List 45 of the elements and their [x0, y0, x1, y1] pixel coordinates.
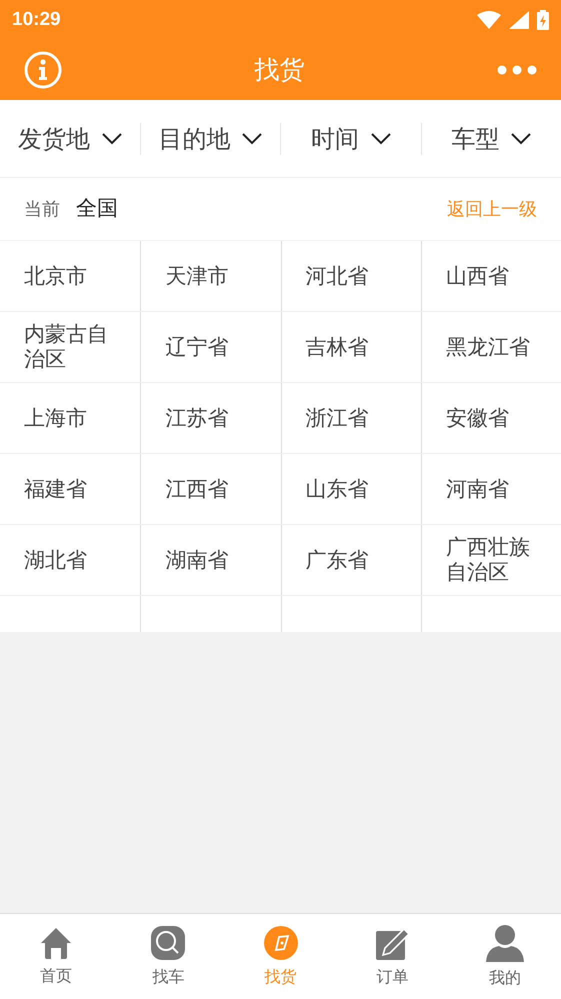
region-cell[interactable]: 安徽省	[420, 383, 561, 453]
region-cell[interactable]: 江西省	[140, 454, 280, 524]
region-cell[interactable]: 天津市	[140, 241, 280, 311]
region-cell[interactable]: 河北省	[280, 241, 421, 311]
person-icon	[484, 924, 525, 962]
nav-tab[interactable]: 首页	[0, 914, 112, 999]
wifi-icon	[477, 11, 501, 29]
chevron-down-icon	[370, 132, 391, 144]
nav-tab[interactable]: 订单	[336, 914, 449, 999]
filter-dropdown[interactable]: 目的地	[140, 122, 280, 154]
region-cell[interactable]: 湖南省	[140, 525, 280, 595]
current-region: 全国	[76, 195, 118, 222]
region-cell[interactable]: 上海市	[0, 383, 140, 453]
region-cell[interactable]: 河南省	[420, 454, 561, 524]
region-cell[interactable]: 北京市	[0, 241, 140, 311]
region-cell[interactable]: 山东省	[280, 454, 421, 524]
chevron-down-icon	[102, 132, 122, 144]
chevron-down-icon	[242, 132, 262, 144]
chevron-down-icon	[511, 132, 532, 144]
search-icon	[150, 924, 186, 960]
region-cell[interactable]: 黑龙江省	[420, 312, 561, 382]
region-cell[interactable]: 湖北省	[0, 525, 140, 595]
info-icon[interactable]	[24, 51, 62, 89]
current-label: 当前	[24, 198, 60, 222]
nav-tab[interactable]: 找车	[112, 914, 224, 999]
filter-dropdown[interactable]: 发货地	[0, 122, 140, 154]
filter-dropdown[interactable]: 时间	[280, 122, 420, 154]
region-cell[interactable]: 内蒙古自治区	[0, 312, 140, 382]
nav-tab[interactable]: 我的	[448, 914, 561, 999]
compass-icon	[262, 924, 298, 960]
region-cell[interactable]: 辽宁省	[140, 312, 280, 382]
house-icon	[39, 926, 74, 960]
more-icon[interactable]	[497, 65, 537, 75]
region-cell[interactable]: 江苏省	[140, 383, 280, 453]
region-cell[interactable]: 广东省	[280, 525, 421, 595]
region-cell[interactable]: 山西省	[420, 241, 561, 311]
signal-icon	[509, 11, 529, 29]
region-cell[interactable]: 广西壮族自治区	[420, 525, 561, 595]
region-cell[interactable]: 吉林省	[280, 312, 421, 382]
filter-dropdown[interactable]: 车型	[420, 122, 561, 154]
region-cell[interactable]: 福建省	[0, 454, 140, 524]
page-title: 找货	[254, 54, 304, 86]
status-time: 10:29	[12, 8, 61, 32]
region-cell[interactable]: 浙江省	[280, 383, 421, 453]
battery-icon	[537, 10, 549, 30]
